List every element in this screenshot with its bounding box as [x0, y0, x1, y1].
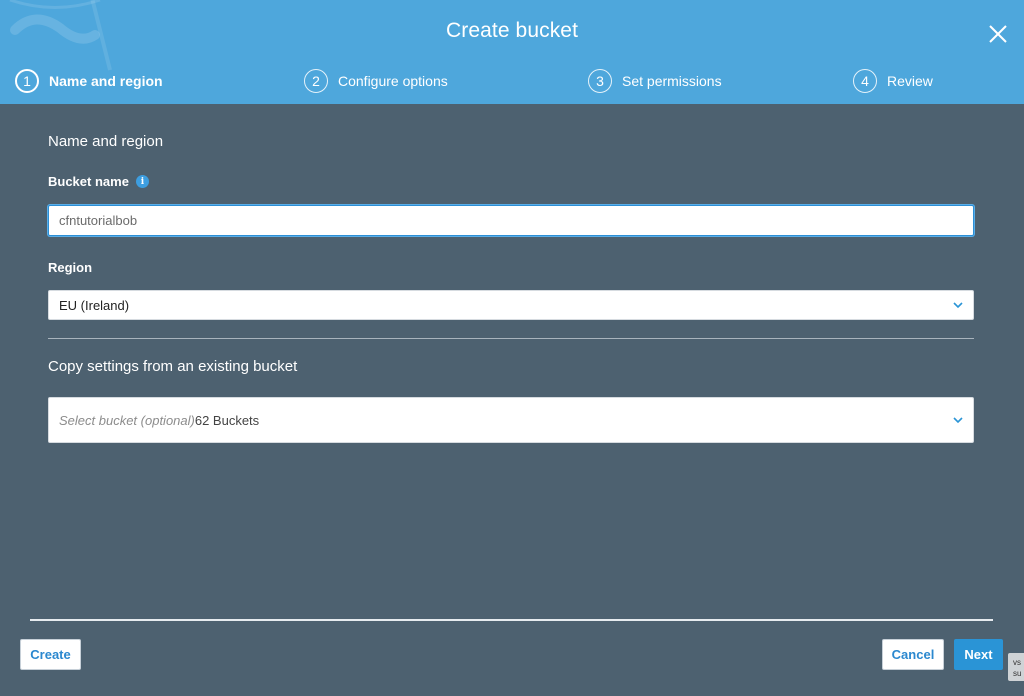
region-label: Region [48, 260, 93, 275]
copy-bucket-placeholder: Select bucket (optional) [59, 412, 195, 428]
section-divider [48, 338, 974, 339]
create-bucket-dialog: Create bucket 1 Name and region 2 Config… [0, 0, 1024, 696]
step-set-permissions[interactable]: 3 Set permissions [588, 67, 722, 95]
corner-tooltip: vs su [1008, 653, 1024, 681]
bucket-name-input[interactable]: cfntutorialbob [48, 205, 974, 236]
next-button[interactable]: Next [954, 639, 1003, 670]
chevron-down-icon [953, 417, 963, 424]
region-value: EU (Ireland) [59, 297, 130, 313]
wizard-steps: 1 Name and region 2 Configure options 3 … [0, 67, 1024, 95]
step-label: Name and region [49, 73, 163, 89]
footer-divider [30, 619, 993, 621]
step-name-and-region[interactable]: 1 Name and region [15, 67, 163, 95]
cancel-button[interactable]: Cancel [882, 639, 944, 670]
corner-tooltip-line1: vs [1013, 658, 1021, 667]
step-number: 3 [588, 69, 612, 93]
close-icon[interactable] [982, 18, 1014, 50]
step-review[interactable]: 4 Review [853, 67, 933, 95]
bucket-name-label: Bucket name [48, 174, 129, 189]
create-button[interactable]: Create [20, 639, 81, 670]
dialog-title: Create bucket [445, 19, 579, 42]
bucket-count: 62 Buckets [194, 412, 260, 428]
section-title: Name and region [48, 133, 164, 150]
region-select[interactable]: EU (Ireland) [48, 290, 974, 320]
bucket-name-value: cfntutorialbob [59, 213, 138, 228]
step-number: 2 [304, 69, 328, 93]
chevron-down-icon [953, 302, 963, 309]
step-label: Configure options [338, 73, 448, 89]
copy-settings-title: Copy settings from an existing bucket [48, 358, 298, 375]
step-number: 1 [15, 69, 39, 93]
dialog-header: Create bucket 1 Name and region 2 Config… [0, 0, 1024, 104]
copy-bucket-select[interactable]: Select bucket (optional) 62 Buckets [48, 397, 974, 443]
corner-tooltip-line2: su [1013, 669, 1022, 678]
step-configure-options[interactable]: 2 Configure options [304, 67, 448, 95]
step-label: Set permissions [622, 73, 722, 89]
step-label: Review [887, 73, 933, 89]
bucket-name-label-row: Bucket name i [48, 174, 149, 189]
step-number: 4 [853, 69, 877, 93]
info-icon[interactable]: i [135, 175, 149, 188]
